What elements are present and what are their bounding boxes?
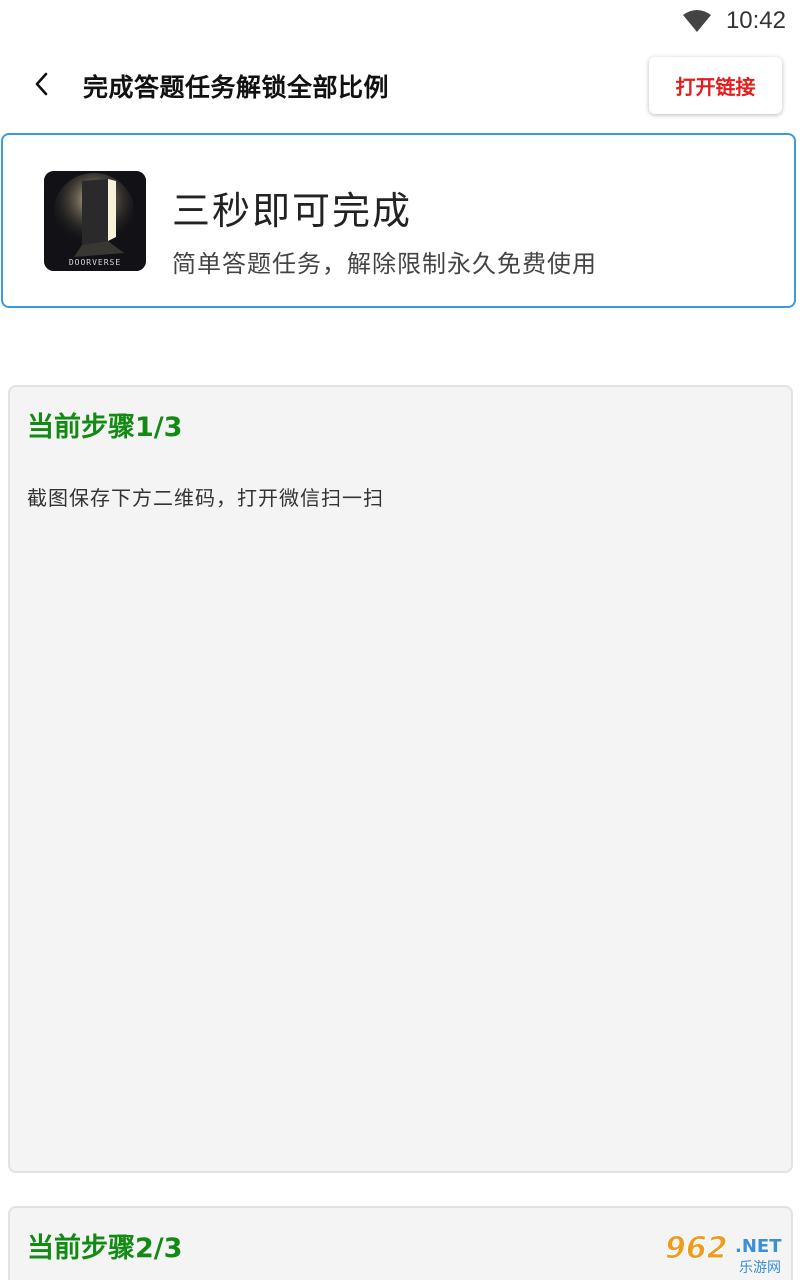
wifi-icon [682,9,712,33]
page-title: 完成答题任务解锁全部比例 [83,73,390,102]
step-card-1: 当前步骤1/3 截图保存下方二维码，打开微信扫一扫 [8,385,793,1173]
door-app-icon: DOORVERSE [44,171,146,271]
step-title: 当前步骤1/3 [27,412,183,443]
info-title: 三秒即可完成 [172,189,413,233]
svg-text:乐游网: 乐游网 [739,1260,781,1276]
info-subtitle: 简单答题任务，解除限制永久免费使用 [172,250,597,278]
svg-text:.NET: .NET [735,1236,782,1257]
info-card: DOORVERSE 三秒即可完成 简单答题任务，解除限制永久免费使用 [1,133,796,308]
status-bar: 10:42 [0,0,800,42]
status-right: 10:42 [682,6,786,36]
watermark-logo: 962 .NET 乐游网 [655,1228,797,1278]
step-description: 截图保存下方二维码，打开微信扫一扫 [27,486,384,510]
svg-text:962: 962 [665,1231,728,1266]
app-header: 完成答题任务解锁全部比例 打开链接 [0,46,800,128]
app-icon-text: DOORVERSE [69,258,121,267]
back-button[interactable] [22,66,62,106]
chevron-left-icon [32,71,52,101]
page: 10:42 完成答题任务解锁全部比例 打开链接 DOORVERSE 三秒即可完成… [0,0,800,1280]
step-title: 当前步骤2/3 [27,1233,183,1264]
status-time: 10:42 [725,7,786,34]
open-link-button[interactable]: 打开链接 [649,57,782,114]
